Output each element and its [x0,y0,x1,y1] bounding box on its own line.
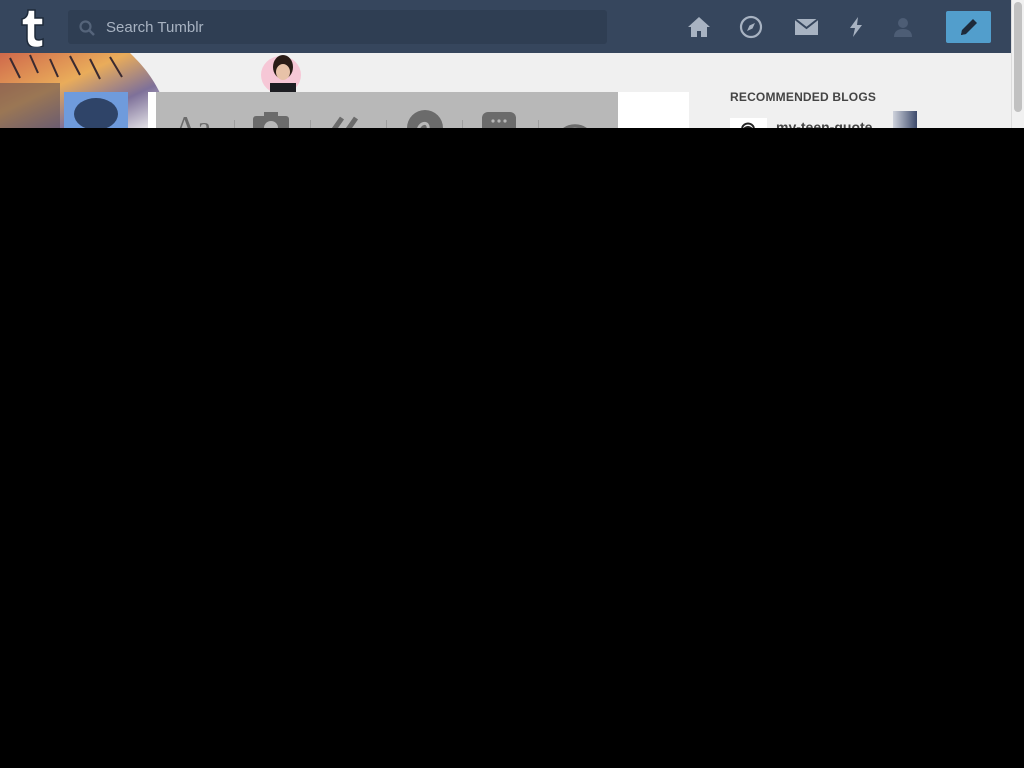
tumblr-logo-icon[interactable] [18,7,50,47]
home-button[interactable] [686,14,712,40]
pencil-icon [960,19,977,35]
blog-avatar-icon [741,122,755,128]
mail-icon [793,18,819,35]
search-input[interactable] [106,10,596,44]
unrendered-area [0,128,1024,768]
person-icon [894,18,912,37]
recommended-blog-avatar[interactable] [730,118,767,128]
account-button[interactable] [890,14,916,40]
post-type-divider [310,120,311,128]
link-icon[interactable] [400,108,450,128]
new-post-bar-right [618,92,689,128]
chat-icon[interactable] [476,108,526,128]
compass-icon [739,15,763,39]
post-type-divider [386,120,387,128]
scrollbar-thumb[interactable] [1014,2,1022,112]
avatar-silhouette-icon [74,98,118,128]
post-type-divider [234,120,235,128]
search-icon [79,20,95,36]
recommended-blog-thumbnail[interactable] [893,111,917,128]
quote-icon[interactable] [324,108,374,128]
user-avatar[interactable] [64,92,128,128]
recommended-blog-name[interactable]: my-teen-quote [776,119,872,128]
post-type-divider [462,120,463,128]
dashboard-content: Aa RECOMMENDED BLOGS my-teen-quote [0,53,1011,128]
camera-icon[interactable] [248,108,298,128]
svg-text:Aa: Aa [174,109,211,128]
activity-button[interactable] [843,14,869,40]
inbox-button[interactable] [793,14,819,40]
text-aa-icon[interactable]: Aa [172,108,222,128]
profile-photo-sticker [261,55,301,92]
avatar-spacer [148,92,156,128]
headphones-icon[interactable] [552,108,602,128]
top-navigation-bar [0,0,1011,53]
page-scrollbar[interactable] [1011,0,1024,128]
lightning-icon [850,17,862,37]
compose-button[interactable] [946,11,991,43]
home-icon [688,17,710,37]
recommended-blogs-title: RECOMMENDED BLOGS [730,90,877,104]
new-post-bar: Aa [156,92,618,128]
post-type-divider [538,120,539,128]
search-box[interactable] [68,10,607,44]
explore-button[interactable] [738,14,764,40]
